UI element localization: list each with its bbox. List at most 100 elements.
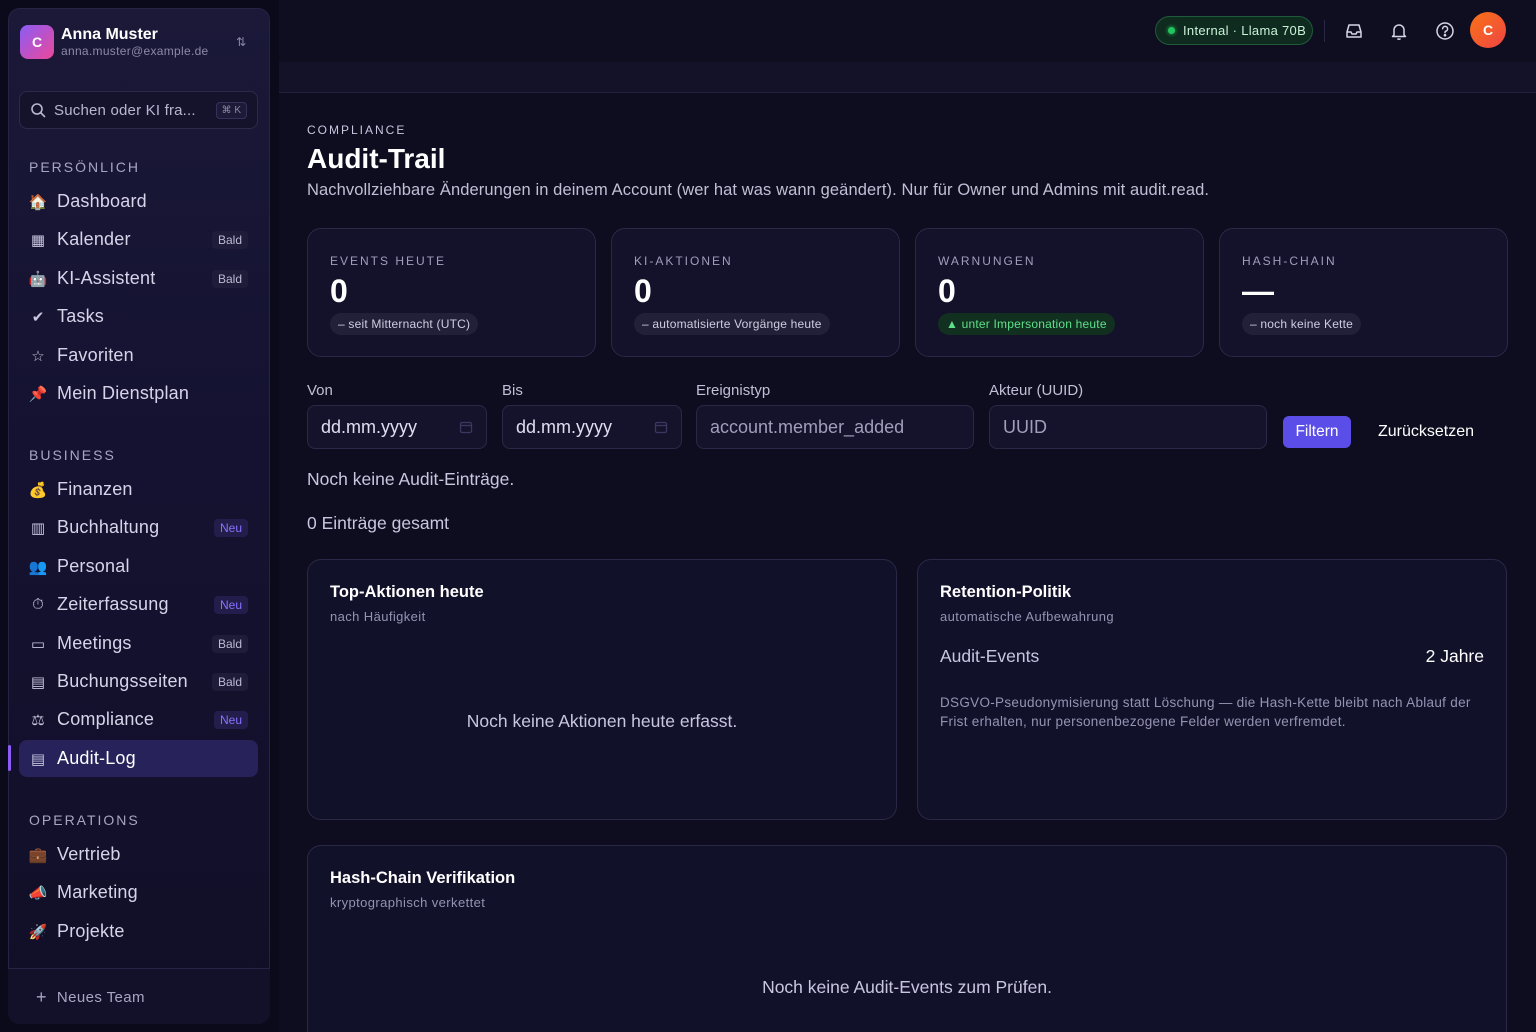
sidebar-item-label: Favoriten xyxy=(57,345,134,365)
account-email: anna.muster@example.de xyxy=(61,44,209,58)
check-icon: ✔ xyxy=(31,308,45,326)
sidebar-item-marketing[interactable]: 📣 Marketing xyxy=(19,874,258,911)
sidebar-item-personal[interactable]: 👥 Personal xyxy=(19,548,258,585)
to-date-placeholder: dd.mm.yyyy xyxy=(516,416,613,437)
sidebar-item-label: Mein Dienstplan xyxy=(57,383,190,403)
star-icon: ☆ xyxy=(31,347,45,365)
status-badge: Neu xyxy=(213,518,248,537)
account-name: Anna Muster xyxy=(61,26,158,43)
sidebar-item-label: Buchhaltung xyxy=(57,517,160,537)
sidebar-item-label: Zeiterfassung xyxy=(57,594,169,614)
people-icon: 👥 xyxy=(28,558,48,576)
bell-icon[interactable] xyxy=(1387,19,1411,43)
sidebar-item-dashboard[interactable]: 🏠 Dashboard xyxy=(19,183,258,220)
event-type-label: Ereignistyp xyxy=(696,382,771,399)
audit-total-count: 0 Einträge gesamt xyxy=(307,513,450,533)
status-badge: Bald xyxy=(211,672,248,691)
retention-row: Audit-Events 2 Jahre xyxy=(940,646,1484,667)
rocket-icon: 🚀 xyxy=(28,923,48,941)
sidebar-item-label: Buchungsseiten xyxy=(57,671,188,691)
search-icon xyxy=(31,103,46,118)
from-date-input[interactable]: dd.mm.yyyy xyxy=(307,405,487,449)
nav-section-title: PERSÖNLICH xyxy=(29,159,141,175)
stat-value: — xyxy=(1242,273,1274,309)
page-description: Nachvollziehbare Änderungen in deinem Ac… xyxy=(307,181,1210,199)
top-actions-panel: Top-Aktionen heute nach Häufigkeit Noch … xyxy=(307,559,897,820)
stat-chip: ▲ unter Impersonation heute xyxy=(938,313,1115,335)
panel-subtitle: automatische Aufbewahrung xyxy=(940,609,1115,624)
new-team-button[interactable]: + Neues Team xyxy=(36,987,145,1008)
sidebar-item-mein-dienstplan[interactable]: 📌 Mein Dienstplan xyxy=(19,375,258,412)
help-icon[interactable] xyxy=(1433,19,1457,43)
scroll-icon: ▤ xyxy=(30,750,46,768)
house-icon: 🏠 xyxy=(28,193,48,211)
megaphone-icon: 📣 xyxy=(28,884,48,902)
sidebar-item-label: Kalender xyxy=(57,229,131,249)
retention-note: DSGVO-Pseudonymisierung statt Löschung —… xyxy=(940,695,1471,729)
robot-icon: 🤖 xyxy=(28,270,48,288)
sidebar-item-buchhaltung[interactable]: ▥ Buchhaltung Neu xyxy=(19,509,258,546)
account-switcher[interactable]: C Anna Muster anna.muster@example.de ⇅ xyxy=(20,22,250,62)
stopwatch-icon: ⏱ xyxy=(32,596,44,613)
retention-panel: Retention-Politik automatische Aufbewahr… xyxy=(917,559,1507,820)
audit-empty-message: Noch keine Audit-Einträge. xyxy=(307,469,515,489)
sidebar-item-tasks[interactable]: ✔ Tasks xyxy=(19,298,258,335)
status-badge: Neu xyxy=(213,595,248,614)
nav-section-title: BUSINESS xyxy=(29,447,116,463)
status-dot-icon xyxy=(1168,27,1175,34)
sidebar-item-label: Marketing xyxy=(57,882,138,902)
event-type-placeholder: account.member_added xyxy=(710,416,905,437)
panel-subtitle: nach Häufigkeit xyxy=(330,609,426,624)
calendar-icon[interactable] xyxy=(654,420,668,434)
calendar-icon[interactable] xyxy=(459,420,473,434)
sidebar-item-label: Meetings xyxy=(57,633,132,653)
sidebar-item-audit-log[interactable]: ▤ Audit-Log xyxy=(19,740,258,777)
actor-uuid-input[interactable]: UUID xyxy=(989,405,1267,449)
sidebar-item-kalender[interactable]: ▦ Kalender Bald xyxy=(19,221,258,258)
stat-value: 0 xyxy=(330,273,348,309)
sidebar-item-compliance[interactable]: ⚖ Compliance Neu xyxy=(19,701,258,738)
panel-empty-message: Noch keine Aktionen heute erfasst. xyxy=(466,711,738,731)
filter-button[interactable]: Filtern xyxy=(1283,416,1351,448)
new-team-label: Neues Team xyxy=(56,989,145,1006)
actor-label: Akteur (UUID) xyxy=(989,382,1084,399)
page-eyebrow: COMPLIANCE xyxy=(307,123,407,137)
sidebar-item-vertrieb[interactable]: 💼 Vertrieb xyxy=(19,836,258,873)
inbox-icon[interactable] xyxy=(1342,19,1366,43)
sidebar-item-buchungsseiten[interactable]: ▤ Buchungsseiten Bald xyxy=(19,663,258,700)
reset-button[interactable]: Zurücksetzen xyxy=(1366,416,1486,448)
sidebar-search[interactable]: Suchen oder KI fra... ⌘ K xyxy=(19,91,258,129)
topbar-subbar xyxy=(279,62,1536,93)
pin-icon: 📌 xyxy=(28,385,48,403)
panel-title: Top-Aktionen heute xyxy=(330,583,484,601)
sidebar-item-label: Compliance xyxy=(57,709,155,729)
stat-chip: – seit Mitternacht (UTC) xyxy=(330,313,479,335)
retention-row-label: Audit-Events xyxy=(940,646,1040,666)
sidebar-item-meetings[interactable]: ▭ Meetings Bald xyxy=(19,625,258,662)
from-date-placeholder: dd.mm.yyyy xyxy=(321,416,418,437)
sidebar-item-zeiterfassung[interactable]: ⏱ Zeiterfassung Neu xyxy=(19,586,258,623)
search-shortcut: ⌘ K xyxy=(215,101,247,119)
topbar-divider xyxy=(1324,20,1325,42)
sidebar-item-label: Vertrieb xyxy=(57,844,121,864)
sidebar-item-label: Tasks xyxy=(57,306,105,326)
sidebar-item-projekte[interactable]: 🚀 Projekte xyxy=(19,913,258,950)
sidebar-item-ki-assistent[interactable]: 🤖 KI-Assistent Bald xyxy=(19,260,258,297)
sidebar-item-finanzen[interactable]: 💰 Finanzen xyxy=(19,471,258,508)
panel-empty-message: Noch keine Audit-Events zum Prüfen. xyxy=(762,977,1052,997)
model-status-pill[interactable]: Internal · Llama 70B xyxy=(1155,16,1313,45)
switch-account-icon[interactable]: ⇅ xyxy=(236,35,246,49)
money-bag-icon: 💰 xyxy=(28,481,48,499)
stat-card-ai-actions: KI-AKTIONEN 0 – automatisierte Vorgänge … xyxy=(611,228,900,357)
plus-icon: + xyxy=(36,987,47,1007)
event-type-input[interactable]: account.member_added xyxy=(696,405,974,449)
stat-value: 0 xyxy=(634,273,652,309)
user-avatar[interactable]: C xyxy=(1470,12,1506,48)
status-badge: Bald xyxy=(211,269,248,288)
sidebar-item-favoriten[interactable]: ☆ Favoriten xyxy=(19,337,258,374)
to-date-input[interactable]: dd.mm.yyyy xyxy=(502,405,682,449)
calendar-icon: ▦ xyxy=(30,231,46,249)
panel-title: Hash-Chain Verifikation xyxy=(330,869,516,887)
account-info: Anna Muster anna.muster@example.de xyxy=(61,26,236,58)
stat-label: EVENTS HEUTE xyxy=(330,254,447,268)
